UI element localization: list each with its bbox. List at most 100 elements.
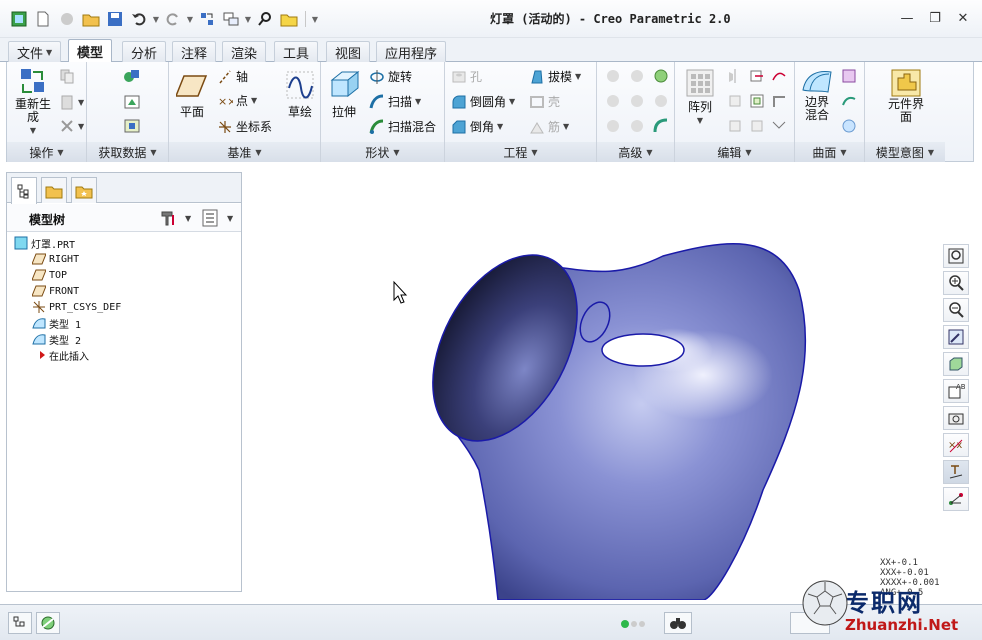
advanced-tool-3[interactable] — [653, 68, 669, 84]
group-label-engineering[interactable]: 工程 ▼ — [445, 142, 596, 162]
rib-button[interactable]: 筋 ▼ — [529, 118, 569, 135]
axis-button[interactable]: 轴 — [217, 68, 248, 85]
mirror-button[interactable] — [727, 68, 743, 84]
tab-favorites[interactable] — [71, 177, 97, 203]
group-label-operations[interactable]: 操作 ▼ — [7, 142, 86, 162]
style-button[interactable] — [841, 93, 857, 109]
advanced-tool-8[interactable] — [629, 118, 645, 134]
group-label-datum[interactable]: 基准 ▼ — [169, 142, 320, 162]
saved-orientations-button[interactable]: AB — [943, 379, 969, 403]
datum-display-button[interactable]: ×x — [943, 433, 969, 457]
shell-button[interactable]: 壳 — [529, 93, 560, 110]
spin-center-button[interactable] — [943, 487, 969, 511]
tree-item-top[interactable]: TOP — [7, 267, 241, 283]
group-label-get-data[interactable]: 获取数据 ▼ — [87, 142, 168, 162]
group-label-shapes[interactable]: 形状 ▼ — [321, 142, 444, 162]
revolve-button[interactable]: 旋转 — [369, 68, 412, 85]
csys-button[interactable]: 坐标系 — [217, 118, 272, 135]
boundary-blend-button[interactable]: 边界混合 — [797, 66, 837, 122]
freestyle-button[interactable] — [841, 118, 857, 134]
group-label-editing[interactable]: 编辑 ▼ — [675, 142, 794, 162]
group-label-surfaces[interactable]: 曲面 ▼ — [795, 142, 864, 162]
toggle-navigator-button[interactable] — [8, 612, 32, 634]
sketch-button[interactable]: 草绘 — [281, 70, 319, 119]
regenerate-icon[interactable] — [196, 8, 218, 30]
component-interface-button[interactable]: 元件界面 — [885, 66, 927, 124]
undo-dropdown-icon[interactable]: ▼ — [152, 15, 160, 24]
refit-button[interactable] — [943, 244, 969, 268]
group-label-advanced[interactable]: 高级 ▼ — [597, 142, 674, 162]
tab-analysis[interactable]: 分析 — [122, 41, 167, 62]
chamfer-button[interactable]: 倒角 ▼ — [451, 118, 503, 135]
tab-annotate[interactable]: 注释 — [172, 41, 217, 62]
copy-geometry-button[interactable] — [123, 94, 141, 110]
thicken-button[interactable] — [771, 93, 787, 109]
tree-item-right[interactable]: RIGHT — [7, 251, 241, 267]
point-button[interactable]: ×××点▼ — [217, 92, 257, 109]
tab-view[interactable]: 视图 — [326, 41, 371, 62]
repaint-button[interactable] — [943, 325, 969, 349]
customize-toolbar-icon[interactable]: ▼ — [311, 15, 319, 24]
view-manager-button[interactable] — [943, 406, 969, 430]
maximize-icon[interactable]: ❐ — [924, 9, 946, 27]
zoom-in-button[interactable] — [943, 271, 969, 295]
new-file-icon[interactable] — [32, 8, 54, 30]
zoom-out-button[interactable] — [943, 298, 969, 322]
tree-item-csys[interactable]: PRT_CSYS_DEF — [7, 299, 241, 315]
intersect-button[interactable] — [727, 118, 743, 134]
user-defined-feature-button[interactable] — [123, 68, 141, 84]
copy-button[interactable] — [59, 68, 75, 84]
app-icon[interactable] — [8, 8, 30, 30]
tab-folder-browser[interactable] — [41, 177, 67, 203]
tab-tools[interactable]: 工具 — [274, 41, 319, 62]
windows-dropdown-icon[interactable]: ▼ — [244, 15, 252, 24]
group-label-model-intent[interactable]: 模型意图 ▼ — [865, 142, 945, 162]
toggle-browser-button[interactable] — [36, 612, 60, 634]
tree-item-blend-1[interactable]: 类型 1 — [7, 315, 241, 331]
fill-button[interactable] — [841, 68, 857, 84]
minimize-icon[interactable]: — — [896, 9, 918, 27]
delete-button[interactable]: ▼ — [59, 118, 84, 134]
extend-button[interactable] — [727, 93, 743, 109]
save-icon[interactable] — [104, 8, 126, 30]
advanced-tool-2[interactable] — [629, 68, 645, 84]
draft-button[interactable]: 拔模 ▼ — [529, 68, 581, 85]
pattern-button[interactable]: 阵列 ▼ — [681, 68, 719, 127]
paste-button[interactable]: ▼ — [59, 94, 84, 110]
extrude-button[interactable]: 拉伸 — [325, 68, 363, 119]
shrinkwrap-button[interactable] — [123, 118, 141, 134]
graphics-window[interactable] — [243, 170, 940, 600]
advanced-tool-4[interactable] — [605, 93, 621, 109]
project-button[interactable] — [771, 118, 787, 134]
windows-icon[interactable] — [220, 8, 242, 30]
find-button[interactable] — [664, 612, 692, 634]
tree-show-button[interactable] — [201, 209, 219, 227]
tree-item-front[interactable]: FRONT — [7, 283, 241, 299]
search-icon[interactable] — [254, 8, 276, 30]
plane-button[interactable]: 平面 — [173, 70, 211, 119]
sweep-button[interactable]: 扫描 ▼ — [369, 93, 421, 110]
regenerate-button[interactable]: 重新生成 ▼ — [11, 66, 55, 137]
open-folder-icon[interactable] — [80, 8, 102, 30]
swept-blend-button[interactable]: 扫描混合 — [369, 118, 436, 135]
close-icon[interactable]: ✕ — [952, 9, 974, 27]
round-button[interactable]: 倒圆角 ▼ — [451, 93, 515, 110]
advanced-tool-9[interactable] — [653, 118, 669, 134]
advanced-tool-1[interactable] — [605, 68, 621, 84]
tab-applications[interactable]: 应用程序 — [376, 41, 447, 62]
circle-disabled-icon[interactable] — [56, 8, 78, 30]
undo-icon[interactable] — [128, 8, 150, 30]
tree-item-insert-here[interactable]: 在此插入 — [7, 347, 241, 363]
advanced-tool-5[interactable] — [629, 93, 645, 109]
advanced-tool-6[interactable] — [653, 93, 669, 109]
tree-item-part[interactable]: 灯罩.PRT — [7, 235, 241, 251]
hole-button[interactable]: 孔 — [451, 68, 482, 85]
tab-file[interactable]: 文件 ▼ — [8, 41, 62, 62]
redo-dropdown-icon[interactable]: ▼ — [186, 15, 194, 24]
trim-button[interactable] — [771, 68, 787, 84]
offset-button[interactable] — [749, 93, 765, 109]
chevron-down-icon[interactable]: ▼ — [227, 214, 233, 223]
annotation-display-button[interactable] — [943, 460, 969, 484]
tab-render[interactable]: 渲染 — [222, 41, 267, 62]
tab-model[interactable]: 模型 — [68, 39, 113, 63]
